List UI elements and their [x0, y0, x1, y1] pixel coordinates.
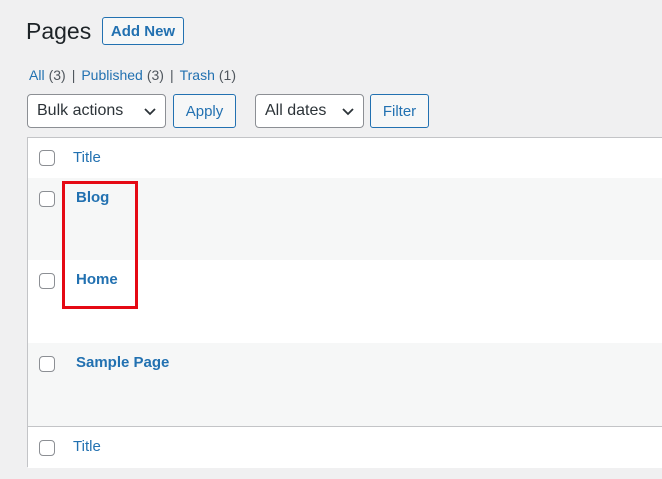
chevron-down-icon: [342, 108, 354, 116]
page-title: Pages: [26, 18, 92, 44]
add-new-button[interactable]: Add New: [102, 17, 184, 45]
chevron-down-icon: [144, 108, 156, 116]
table-footer-row: Title: [28, 426, 662, 468]
status-filter-links: All (3) | Published (3) | Trash (1): [29, 66, 236, 84]
row-checkbox[interactable]: [39, 191, 55, 207]
page-title-link[interactable]: Home: [76, 271, 118, 288]
table-row: Blog: [28, 178, 662, 260]
bulk-actions-value: Bulk actions: [37, 102, 124, 119]
page-title-link[interactable]: Sample Page: [76, 354, 169, 371]
filter-trash-count: (1): [218, 67, 236, 83]
bulk-actions-select[interactable]: Bulk actions: [27, 94, 166, 128]
filter-published-link[interactable]: Published: [81, 66, 143, 84]
separator: |: [169, 67, 174, 83]
filter-button[interactable]: Filter: [370, 94, 429, 128]
table-row: Sample Page: [28, 343, 662, 426]
row-checkbox[interactable]: [39, 273, 55, 289]
apply-button[interactable]: Apply: [173, 94, 236, 128]
select-all-checkbox-footer[interactable]: [39, 440, 55, 456]
filter-all-count: (3): [48, 67, 66, 83]
pages-table: Title Blog Home Sample Page Title: [27, 137, 662, 468]
filter-trash-link[interactable]: Trash: [180, 66, 215, 84]
separator: |: [71, 67, 76, 83]
title-column-header[interactable]: Title: [73, 149, 101, 166]
filter-all-link[interactable]: All: [29, 66, 45, 84]
title-column-footer[interactable]: Title: [73, 438, 101, 455]
filter-published-count: (3): [146, 67, 164, 83]
dates-value: All dates: [265, 102, 327, 119]
table-row: Home: [28, 260, 662, 343]
select-all-checkbox[interactable]: [39, 150, 55, 166]
table-header-row: Title: [28, 138, 662, 179]
dates-select[interactable]: All dates: [255, 94, 364, 128]
page-title-link[interactable]: Blog: [76, 189, 109, 206]
row-checkbox[interactable]: [39, 356, 55, 372]
